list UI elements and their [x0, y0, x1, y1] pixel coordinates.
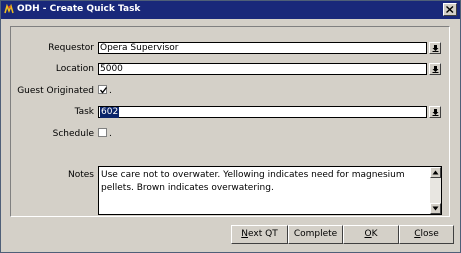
task-lov-button[interactable] — [429, 106, 441, 118]
task-label: Task — [74, 107, 94, 117]
task-field[interactable]: 602 — [98, 106, 427, 118]
down-arrow-icon — [432, 66, 439, 73]
notes-scrollbar[interactable] — [430, 167, 441, 214]
location-label: Location — [55, 64, 94, 74]
location-lov-button[interactable] — [429, 63, 441, 75]
close-button[interactable]: Close — [399, 225, 454, 244]
notes-label: Notes — [68, 170, 94, 180]
requestor-field[interactable]: Opera Supervisor — [98, 42, 427, 54]
scroll-up-button[interactable] — [430, 167, 441, 178]
down-arrow-icon — [432, 45, 439, 52]
scroll-down-button[interactable] — [430, 203, 441, 214]
ok-button[interactable]: OK — [343, 225, 399, 244]
scroll-down-icon — [432, 206, 439, 211]
guest-originated-label: Guest Originated — [17, 86, 94, 96]
guest-originated-checkbox[interactable] — [98, 85, 108, 94]
down-arrow-icon — [432, 109, 439, 116]
requestor-lov-button[interactable] — [429, 42, 441, 54]
ok-label: K — [371, 229, 378, 239]
schedule-checkbox[interactable] — [98, 128, 107, 137]
next-qt-button[interactable]: Next QT — [231, 225, 288, 244]
location-value: 5000 — [100, 64, 123, 74]
schedule-suffix: . — [109, 129, 112, 139]
close-label: lose — [420, 229, 439, 239]
task-value: 602 — [100, 107, 120, 118]
requestor-label: Requestor — [48, 43, 94, 53]
next-qt-label: ext QT — [248, 229, 278, 239]
window-close-button[interactable] — [443, 3, 457, 16]
complete-label: Complete — [293, 229, 338, 239]
title-bar: ODH - Create Quick Task — [1, 1, 460, 19]
ok-mnemonic: O — [364, 229, 372, 239]
opera-app-icon — [4, 3, 15, 15]
checkmark-icon — [99, 87, 108, 94]
window-title: ODH - Create Quick Task — [17, 4, 141, 14]
next-qt-mnemonic: N — [241, 229, 249, 239]
close-icon — [446, 6, 454, 13]
guest-originated-suffix: . — [109, 86, 112, 96]
scroll-up-icon — [432, 170, 439, 175]
complete-button[interactable]: Complete — [288, 225, 343, 244]
notes-textarea[interactable]: Use care not to overwater. Yellowing ind… — [98, 166, 442, 215]
location-field[interactable]: 5000 — [98, 63, 427, 75]
dialog-window: ODH - Create Quick Task Requestor Opera … — [0, 0, 461, 253]
schedule-label: Schedule — [52, 129, 94, 139]
notes-text: Use care not to overwater. Yellowing ind… — [101, 170, 405, 193]
requestor-value: Opera Supervisor — [100, 43, 179, 53]
